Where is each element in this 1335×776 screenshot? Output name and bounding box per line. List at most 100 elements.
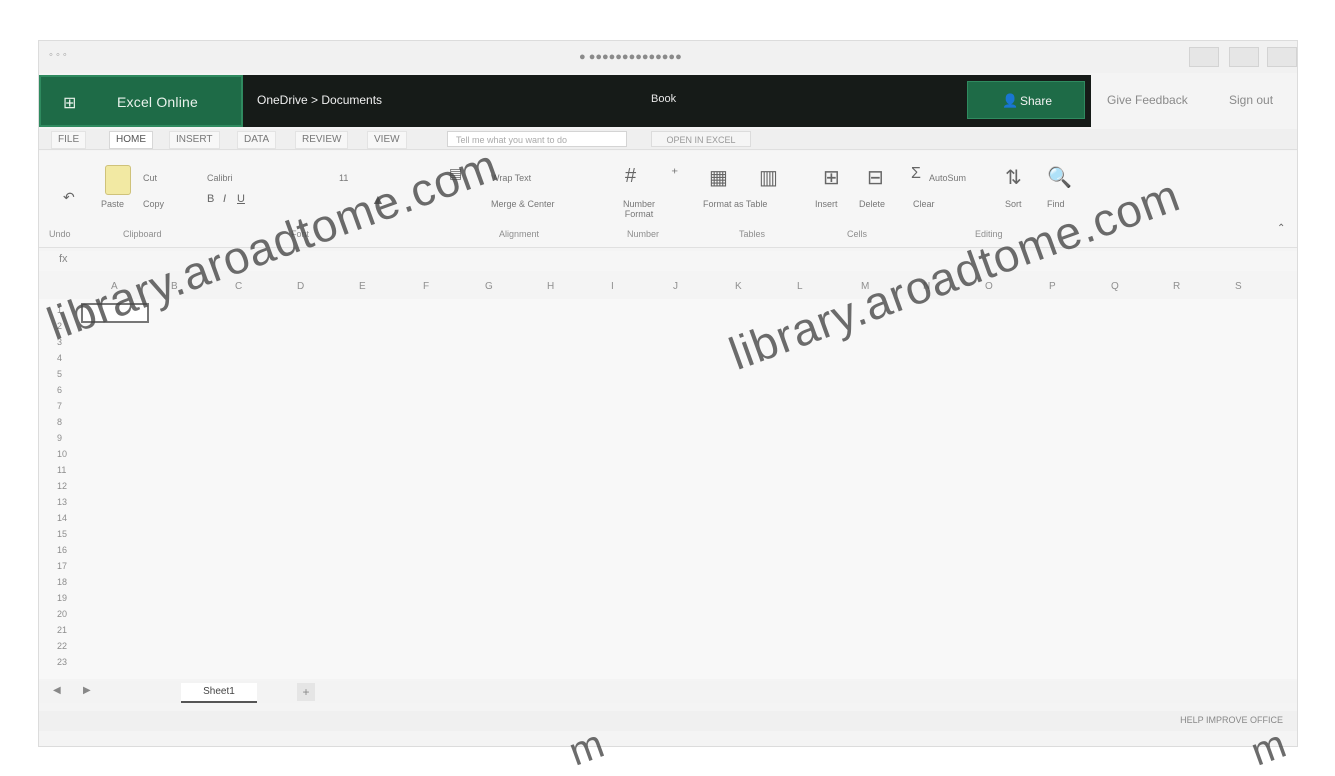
fx-icon[interactable]: fx [59, 253, 68, 265]
column-header-i[interactable]: I [611, 281, 614, 292]
column-header-f[interactable]: F [423, 281, 429, 292]
app-launcher-tile[interactable]: ⊞ Excel Online [39, 75, 243, 127]
minimize-button[interactable] [1189, 47, 1219, 67]
window-title-bar: ◦ ◦ ◦ ● ●●●●●●●●●●●●●● [39, 41, 1297, 73]
sheet-tab-sheet1[interactable]: Sheet1 [181, 683, 257, 703]
worksheet-grid[interactable]: 1 2 3 4 5 6 7 8 9 10 11 12 13 14 15 16 1… [39, 299, 1297, 679]
column-header-j[interactable]: J [673, 281, 678, 292]
row-header-9[interactable]: 9 [57, 433, 62, 443]
give-feedback-link[interactable]: Give Feedback [1107, 93, 1188, 107]
row-header-4[interactable]: 4 [57, 353, 62, 363]
column-header-k[interactable]: K [735, 281, 742, 292]
group-label-cells: Cells [847, 229, 868, 239]
undo-icon[interactable]: ↶ [63, 189, 75, 206]
tab-view[interactable]: VIEW [367, 131, 407, 149]
workbook-name[interactable]: Book [651, 93, 676, 105]
sign-out-link[interactable]: Sign out [1229, 93, 1273, 107]
add-sheet-icon[interactable]: + [297, 683, 315, 701]
sheet-tab-bar: ◀ ▶ Sheet1 + [39, 681, 1297, 703]
collapse-ribbon-icon[interactable]: ⌃ [1277, 223, 1285, 234]
sheet-prev-icon[interactable]: ◀ [53, 685, 61, 696]
help-improve-office-link[interactable]: HELP IMPROVE OFFICE [1180, 715, 1283, 725]
row-header-14[interactable]: 14 [57, 513, 67, 523]
app-name: Excel Online [117, 94, 198, 110]
delete-cells-icon[interactable]: ⊟ [867, 165, 884, 190]
font-size-select[interactable]: 11 [339, 173, 348, 183]
font-name-select[interactable]: Calibri [207, 173, 233, 183]
delete-cells-button[interactable]: Delete [859, 199, 885, 209]
increase-decimal-icon[interactable]: ⁺ [671, 165, 678, 182]
number-format-icon[interactable]: # [625, 165, 636, 188]
breadcrumb[interactable]: OneDrive > Documents [257, 93, 382, 107]
close-button[interactable] [1267, 47, 1297, 67]
share-button[interactable]: 👤 Share [967, 81, 1085, 119]
window-menu-icon[interactable]: ◦ ◦ ◦ [49, 49, 67, 61]
row-header-11[interactable]: 11 [57, 465, 66, 475]
find-icon[interactable]: 🔍 [1047, 165, 1072, 190]
sheet-next-icon[interactable]: ▶ [83, 685, 91, 696]
cut-button[interactable]: Cut [143, 173, 157, 183]
column-header-l[interactable]: L [797, 281, 803, 292]
group-label-tables: Tables [739, 229, 766, 239]
app-top-bar: ⊞ Excel Online OneDrive > Documents Book… [39, 75, 1091, 127]
row-header-8[interactable]: 8 [57, 417, 62, 427]
paste-label: Paste [101, 199, 125, 209]
group-label-alignment: Alignment [499, 229, 540, 239]
group-label-undo: Undo [49, 229, 71, 239]
sort-icon[interactable]: ⇅ [1005, 165, 1022, 190]
number-format-button[interactable]: Number Format [609, 199, 669, 219]
column-header-r[interactable]: R [1173, 281, 1180, 292]
tab-data[interactable]: DATA [237, 131, 277, 149]
ribbon-tabs: FILE HOME INSERT DATA REVIEW VIEW Tell m… [39, 129, 1297, 150]
column-header-q[interactable]: Q [1111, 281, 1119, 292]
maximize-button[interactable] [1229, 47, 1259, 67]
paste-icon[interactable] [105, 165, 131, 195]
sort-button[interactable]: Sort [1005, 199, 1022, 209]
clear-button[interactable]: Clear [913, 199, 935, 209]
row-header-7[interactable]: 7 [57, 401, 62, 411]
italic-icon[interactable]: I [223, 193, 226, 205]
window-title: ● ●●●●●●●●●●●●●● [579, 51, 682, 63]
waffle-icon[interactable]: ⊞ [63, 93, 81, 112]
merge-center-button[interactable]: Merge & Center [491, 199, 555, 209]
column-header-s[interactable]: S [1235, 281, 1242, 292]
insert-cells-button[interactable]: Insert [815, 199, 838, 209]
open-in-excel-button[interactable]: OPEN IN EXCEL [651, 131, 751, 147]
underline-icon[interactable]: U [237, 193, 245, 205]
row-header-17[interactable]: 17 [57, 561, 67, 571]
tab-review[interactable]: REVIEW [295, 131, 349, 149]
row-header-10[interactable]: 10 [57, 449, 67, 459]
row-header-13[interactable]: 13 [57, 497, 67, 507]
tab-home[interactable]: HOME [109, 131, 153, 149]
column-header-p[interactable]: P [1049, 281, 1056, 292]
user-icon: 👤 [1002, 93, 1019, 108]
row-header-23[interactable]: 23 [57, 657, 67, 667]
column-header-e[interactable]: E [359, 281, 366, 292]
row-header-6[interactable]: 6 [57, 385, 62, 395]
row-header-16[interactable]: 16 [57, 545, 67, 555]
format-table-icon[interactable]: ▥ [759, 165, 778, 190]
group-label-clipboard: Clipboard [123, 229, 162, 239]
bold-icon[interactable]: B [207, 193, 214, 205]
row-header-20[interactable]: 20 [57, 609, 67, 619]
row-header-21[interactable]: 21 [57, 625, 67, 635]
row-header-18[interactable]: 18 [57, 577, 67, 587]
copy-button[interactable]: Copy [143, 199, 164, 209]
row-header-15[interactable]: 15 [57, 529, 67, 539]
format-as-table-button[interactable]: Format as Table [703, 199, 767, 209]
column-header-g[interactable]: G [485, 281, 493, 292]
tab-insert[interactable]: INSERT [169, 131, 220, 149]
row-header-12[interactable]: 12 [57, 481, 67, 491]
group-label-number: Number [627, 229, 660, 239]
row-header-5[interactable]: 5 [57, 369, 62, 379]
column-header-d[interactable]: D [297, 281, 304, 292]
table-icon[interactable]: ▦ [709, 165, 728, 190]
row-header-22[interactable]: 22 [57, 641, 67, 651]
status-bar: HELP IMPROVE OFFICE [39, 711, 1297, 731]
autosum-button[interactable]: AutoSum [929, 173, 966, 183]
insert-cells-icon[interactable]: ⊞ [823, 165, 840, 190]
autosum-icon[interactable]: Σ [911, 165, 921, 183]
row-header-19[interactable]: 19 [57, 593, 67, 603]
tab-file[interactable]: FILE [51, 131, 87, 149]
column-header-h[interactable]: H [547, 281, 554, 292]
